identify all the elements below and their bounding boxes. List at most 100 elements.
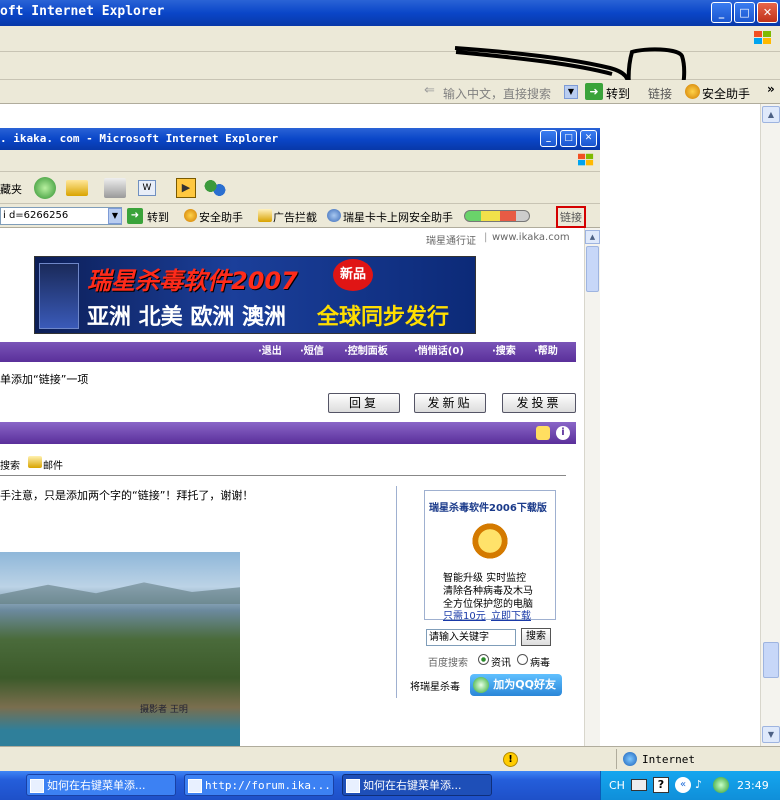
- thread-title: 单添加“链接”一项: [0, 373, 89, 386]
- inner-minimize-button[interactable]: _: [540, 130, 557, 147]
- language-indicator[interactable]: CH: [609, 779, 625, 792]
- qq-icon: [473, 677, 489, 693]
- task-item-1-label: 如何在右键菜单添...: [47, 779, 146, 792]
- task-item-2[interactable]: http://forum.ika...: [184, 774, 334, 796]
- security-level-gauge: [464, 210, 530, 222]
- inner-close-button[interactable]: ✕: [580, 130, 597, 147]
- search-input[interactable]: 输入中文，直接搜索: [443, 85, 551, 102]
- add-qq-friend-button[interactable]: 加为QQ好友: [470, 674, 562, 696]
- rising-2006-ad[interactable]: 瑞星杀毒软件2006下载版 智能升级 实时监控 清除各种病毒及木马 全方位保护您…: [424, 490, 556, 622]
- toolbar-overflow-icon[interactable]: »: [767, 82, 775, 96]
- post-body-text: 手注意，只是添加两个字的“链接”！拜托了，谢谢！: [0, 489, 254, 502]
- new-poll-button[interactable]: 发投票: [502, 393, 576, 413]
- new-badge: 新品: [333, 259, 373, 291]
- tray-expand-icon[interactable]: «: [675, 777, 691, 793]
- task-item-3-active[interactable]: 如何在右键菜单添...: [342, 774, 492, 796]
- nav-messages[interactable]: ·短信: [300, 342, 324, 362]
- outer-title-bar[interactable]: oft Internet Explorer _ □ ✕: [0, 0, 780, 26]
- banner-regions: 亚洲 北美 欧洲 澳洲: [87, 305, 286, 330]
- print-icon[interactable]: [104, 178, 126, 198]
- safety-helper-button[interactable]: 安全助手: [702, 85, 750, 102]
- go-arrow-icon[interactable]: ➜: [585, 83, 603, 100]
- goto-button[interactable]: 转到: [606, 85, 630, 102]
- new-post-label: 发新贴: [427, 396, 473, 410]
- outer-address-bar: ⇐ 输入中文，直接搜索 ▼ ➜ 转到 链接 安全助手 »: [0, 80, 780, 104]
- taskbar: 如何在右键菜单添... http://forum.ika... 如何在右键菜单添…: [0, 771, 780, 800]
- clock[interactable]: 23:49: [737, 779, 769, 792]
- keyboard-icon[interactable]: [631, 779, 647, 791]
- nav-logout[interactable]: ·退出: [258, 342, 282, 362]
- task-item-1[interactable]: 如何在右键菜单添...: [26, 774, 176, 796]
- scroll-up-icon[interactable]: ▲: [762, 106, 780, 123]
- inner-maximize-button[interactable]: □: [560, 130, 577, 147]
- maximize-button[interactable]: □: [734, 2, 755, 23]
- qq-label: 将瑞星杀毒: [410, 682, 460, 693]
- links-button[interactable]: 链接: [648, 85, 672, 102]
- landscape-photo: 摄影者 王明: [0, 552, 240, 746]
- post-divider: [0, 475, 566, 476]
- rising-card-button[interactable]: 瑞星卡卡上网安全助手: [343, 209, 453, 225]
- volume-icon[interactable]: ♪: [695, 778, 709, 792]
- ad-download-link[interactable]: 立即下载: [491, 607, 531, 622]
- inner-address-input[interactable]: i d=6266256: [0, 207, 122, 225]
- inner-safety-button[interactable]: 安全助手: [199, 209, 243, 225]
- site-link[interactable]: www.ikaka.com: [492, 232, 570, 243]
- inner-scroll-up-icon[interactable]: ▲: [585, 230, 600, 244]
- rising-card-icon: [327, 209, 341, 222]
- search-dropdown-icon[interactable]: ▼: [564, 85, 578, 99]
- history-icon[interactable]: [34, 177, 56, 199]
- help-icon[interactable]: ?: [653, 777, 669, 793]
- minimize-button[interactable]: _: [711, 2, 732, 23]
- inner-links-button[interactable]: 链接: [556, 206, 586, 228]
- outer-window-title: oft Internet Explorer: [0, 4, 165, 19]
- radio-virus-label: 病毒: [530, 658, 550, 669]
- inner-scroll-thumb[interactable]: [586, 246, 599, 292]
- media-player-icon[interactable]: ▶: [176, 178, 196, 198]
- photo-watermark: 摄影者 王明: [140, 705, 188, 715]
- scroll-down-icon[interactable]: ▼: [762, 726, 780, 743]
- reply-button[interactable]: 回复: [328, 393, 400, 413]
- radio-news[interactable]: [478, 654, 489, 665]
- edit-icon[interactable]: W: [138, 180, 156, 196]
- close-button[interactable]: ✕: [757, 2, 778, 23]
- windows-flag-icon: [754, 31, 771, 44]
- keyword-search-input[interactable]: 请输入关键字: [426, 629, 516, 646]
- scroll-thumb[interactable]: [763, 642, 779, 678]
- ie-doc-icon: [30, 779, 44, 793]
- outer-scrollbar[interactable]: ▲ ▼: [760, 104, 780, 746]
- adblock-button[interactable]: 广告拦截: [273, 209, 317, 225]
- mail-icon[interactable]: [66, 180, 88, 196]
- inner-lion-icon: [184, 209, 197, 222]
- nav-whisper[interactable]: ·悄悄话(0): [414, 342, 464, 362]
- inner-title-bar[interactable]: . ikaka. com - Microsoft Internet Explor…: [0, 128, 600, 150]
- radio-virus[interactable]: [517, 654, 528, 665]
- nav-search[interactable]: ·搜索: [492, 342, 516, 362]
- inner-scrollbar[interactable]: ▲: [584, 228, 600, 746]
- inner-goto-button[interactable]: 转到: [147, 209, 169, 225]
- messenger-icon[interactable]: [204, 178, 226, 198]
- post-tool-search[interactable]: 搜索: [0, 457, 20, 472]
- inner-go-icon[interactable]: ➜: [127, 208, 143, 224]
- back-arrow-icon[interactable]: ⇐: [424, 83, 435, 98]
- zone-label: Internet: [642, 753, 695, 766]
- mountain-ridge: [0, 582, 240, 604]
- post-tool-mail[interactable]: 邮件: [43, 457, 63, 472]
- favorites-button[interactable]: 藏夹: [0, 181, 22, 197]
- nav-control-panel[interactable]: ·控制面板: [344, 342, 388, 362]
- banner-highlight: 全球同步发行: [317, 305, 450, 330]
- keyword-search-button[interactable]: 搜索: [521, 628, 551, 646]
- new-post-button[interactable]: 发新贴: [414, 393, 486, 413]
- ad-price-link[interactable]: 只需10元: [443, 607, 486, 622]
- network-icon[interactable]: [713, 777, 729, 793]
- system-tray: CH ? « ♪ 23:49: [600, 771, 780, 800]
- info-icon[interactable]: i: [556, 426, 570, 440]
- inner-menu-bar: [0, 150, 600, 172]
- radio-news-label: 资讯: [491, 658, 511, 669]
- task-item-3-label: 如何在右键菜单添...: [363, 779, 462, 792]
- quote-icon[interactable]: [536, 426, 550, 440]
- rising-2007-banner[interactable]: 瑞星杀毒软件2007 新品 亚洲 北美 欧洲 澳洲 全球同步发行: [34, 256, 476, 334]
- address-dropdown-icon[interactable]: ▼: [108, 208, 122, 224]
- nav-help[interactable]: ·帮助: [534, 342, 558, 362]
- warning-icon[interactable]: !: [503, 752, 518, 767]
- passport-link[interactable]: 瑞星通行证: [426, 232, 476, 247]
